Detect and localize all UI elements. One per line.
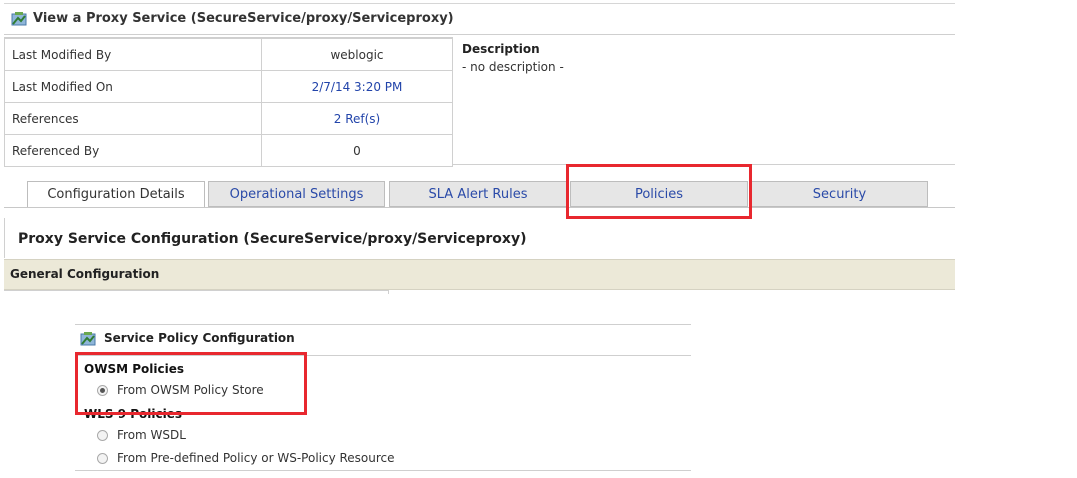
table-row: Referenced By 0 [4, 134, 453, 167]
general-config-divider [4, 290, 955, 294]
property-label: References [4, 102, 262, 135]
page-title: View a Proxy Service (SecureService/prox… [33, 11, 454, 26]
from-wsdl-radio[interactable] [97, 430, 108, 441]
divider [75, 324, 691, 325]
proxy-service-icon [11, 12, 27, 26]
tab-operational-settings[interactable]: Operational Settings [208, 181, 385, 207]
config-section: Proxy Service Configuration (SecureServi… [4, 218, 955, 258]
tab-sla-alert-rules[interactable]: SLA Alert Rules [389, 181, 567, 207]
description-heading: Description [462, 42, 540, 56]
divider [4, 290, 388, 291]
predefined-policy-label: From Pre-defined Policy or WS-Policy Res… [117, 451, 395, 465]
table-row: References 2 Ref(s) [4, 102, 453, 135]
references-link[interactable]: 2 Ref(s) [261, 102, 453, 135]
highlight-box-owsm [75, 352, 307, 415]
property-value: 0 [261, 134, 453, 167]
from-wsdl-label: From WSDL [117, 428, 186, 442]
property-label: Last Modified On [4, 70, 262, 103]
description-panel: Description - no description - [462, 42, 952, 74]
description-text: - no description - [462, 60, 564, 74]
page-header: View a Proxy Service (SecureService/prox… [4, 3, 955, 35]
highlight-box-policies [566, 164, 752, 219]
divider [388, 290, 389, 294]
general-config-heading: General Configuration [10, 267, 160, 281]
predefined-policy-radio[interactable] [97, 453, 108, 464]
tab-baseline [4, 207, 955, 208]
service-policy-title: Service Policy Configuration [104, 331, 295, 345]
general-config-bar: General Configuration [4, 259, 955, 290]
table-row: Last Modified By weblogic [4, 38, 453, 71]
table-row: Last Modified On 2/7/14 3:20 PM [4, 70, 453, 103]
property-label: Referenced By [4, 134, 262, 167]
tab-configuration-details[interactable]: Configuration Details [27, 181, 205, 208]
config-title: Proxy Service Configuration (SecureServi… [18, 231, 527, 247]
tab-security[interactable]: Security [751, 181, 928, 207]
property-label: Last Modified By [4, 38, 262, 71]
policy-config-icon [80, 332, 96, 346]
divider [75, 470, 691, 471]
tab-bar: Configuration Details Operational Settin… [4, 181, 955, 208]
last-modified-link[interactable]: 2/7/14 3:20 PM [261, 70, 453, 103]
properties-table: Last Modified By weblogic Last Modified … [4, 37, 453, 167]
property-value: weblogic [261, 38, 453, 71]
